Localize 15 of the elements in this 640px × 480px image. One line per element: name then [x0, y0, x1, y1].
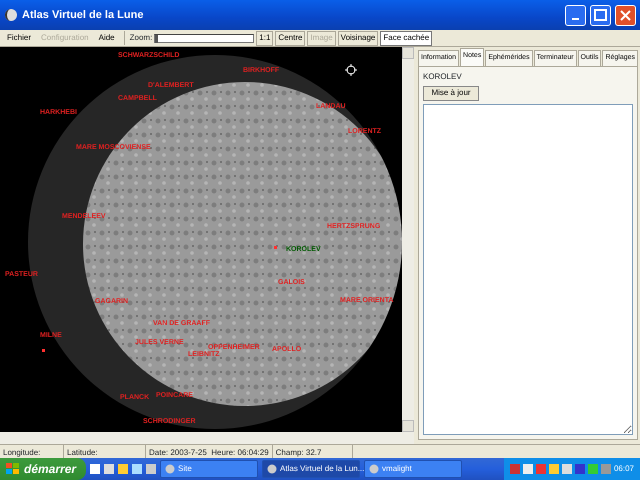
menu-item[interactable]: Fichier [3, 32, 36, 44]
taskbar-button[interactable]: Site [160, 460, 258, 478]
zoom-label: Zoom: [130, 32, 152, 44]
toolbar-button[interactable]: Face cachée [380, 30, 432, 46]
window-title: Atlas Virtuel de la Lune [22, 8, 144, 23]
menu-item[interactable]: Aide [94, 32, 119, 44]
toolbar-button[interactable]: Centre [275, 30, 306, 46]
update-button[interactable]: Mise à jour [423, 86, 479, 100]
taskbar-button[interactable]: vmalight [364, 460, 462, 478]
clock: 06:07 [614, 463, 634, 475]
start-button[interactable]: démarrer [0, 458, 86, 480]
feature-name: KOROLEV [423, 70, 463, 82]
start-label: démarrer [24, 461, 76, 478]
toolbar-button[interactable]: 1:1 [256, 30, 274, 46]
toolbar-button[interactable]: Voisinage [338, 30, 378, 46]
